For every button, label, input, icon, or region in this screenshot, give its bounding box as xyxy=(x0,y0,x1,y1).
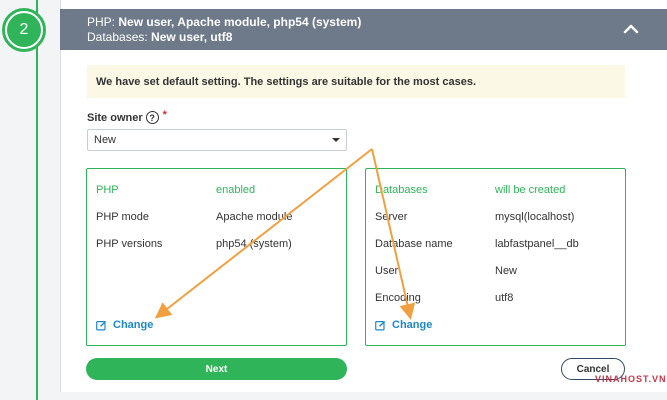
panel-header[interactable]: PHP: New user, Apache module, php54 (sys… xyxy=(60,9,667,50)
step-rail xyxy=(36,0,38,400)
php-row-value: enabled xyxy=(216,184,256,196)
header-php-label: PHP: xyxy=(87,15,116,29)
php-versions-value: php54 (system) xyxy=(216,238,292,250)
site-owner-select[interactable]: New xyxy=(87,129,347,151)
php-mode-value: Apache module xyxy=(216,211,293,223)
header-db-value: New user, utf8 xyxy=(151,30,233,44)
db-change-link[interactable]: Change xyxy=(375,319,432,331)
databases-key: Databases xyxy=(375,184,428,196)
encoding-key: Encoding xyxy=(375,292,421,304)
php-change-label: Change xyxy=(113,319,154,331)
step-indicator: 2 xyxy=(2,8,46,52)
php-settings-box: PHP enabled PHP mode Apache module PHP v… xyxy=(86,168,347,346)
databases-row: Databases will be created xyxy=(375,184,565,196)
chevron-up-icon[interactable] xyxy=(623,21,639,37)
step-number: 2 xyxy=(7,13,41,47)
user-key: User xyxy=(375,265,399,277)
user-row: User New xyxy=(375,265,517,277)
php-mode-key: PHP mode xyxy=(96,211,149,223)
help-icon[interactable]: ? xyxy=(145,111,159,124)
notice-banner: We have set default setting. The setting… xyxy=(87,65,625,98)
site-owner-value: New xyxy=(94,134,117,146)
php-mode-row: PHP mode Apache module xyxy=(96,211,292,223)
caret-down-icon xyxy=(332,138,340,142)
next-button[interactable]: Next xyxy=(86,358,347,380)
server-value: mysql(localhost) xyxy=(495,211,575,223)
encoding-value: utf8 xyxy=(495,292,514,304)
required-mark: * xyxy=(162,108,167,121)
header-php-value: New user, Apache module, php54 (system) xyxy=(118,15,362,29)
server-row: Server mysql(localhost) xyxy=(375,211,574,223)
database-settings-box: Databases will be created Server mysql(l… xyxy=(365,168,626,346)
databases-value: will be created xyxy=(495,184,566,196)
user-value: New xyxy=(495,265,518,277)
header-db-line: Databases: New user, utf8 xyxy=(87,30,667,45)
database-name-value: labfastpanel__db xyxy=(495,238,579,250)
edit-icon xyxy=(96,320,107,330)
edit-icon xyxy=(375,320,386,330)
php-row-key: PHP xyxy=(96,184,119,196)
database-name-key: Database name xyxy=(375,238,453,250)
database-name-row: Database name labfastpanel__db xyxy=(375,238,579,250)
watermark-logo: VINAHOST.VN xyxy=(595,374,667,384)
header-php-line: PHP: New user, Apache module, php54 (sys… xyxy=(87,15,667,30)
site-owner-label: Site owner ? * xyxy=(87,108,167,124)
php-versions-row: PHP versions php54 (system) xyxy=(96,238,292,250)
server-key: Server xyxy=(375,211,408,223)
header-db-label: Databases: xyxy=(87,30,148,44)
db-change-label: Change xyxy=(392,319,433,331)
encoding-row: Encoding utf8 xyxy=(375,292,513,304)
php-change-link[interactable]: Change xyxy=(96,319,153,331)
php-versions-key: PHP versions xyxy=(96,238,163,250)
php-row: PHP enabled xyxy=(96,184,255,196)
site-owner-text: Site owner xyxy=(87,111,143,124)
